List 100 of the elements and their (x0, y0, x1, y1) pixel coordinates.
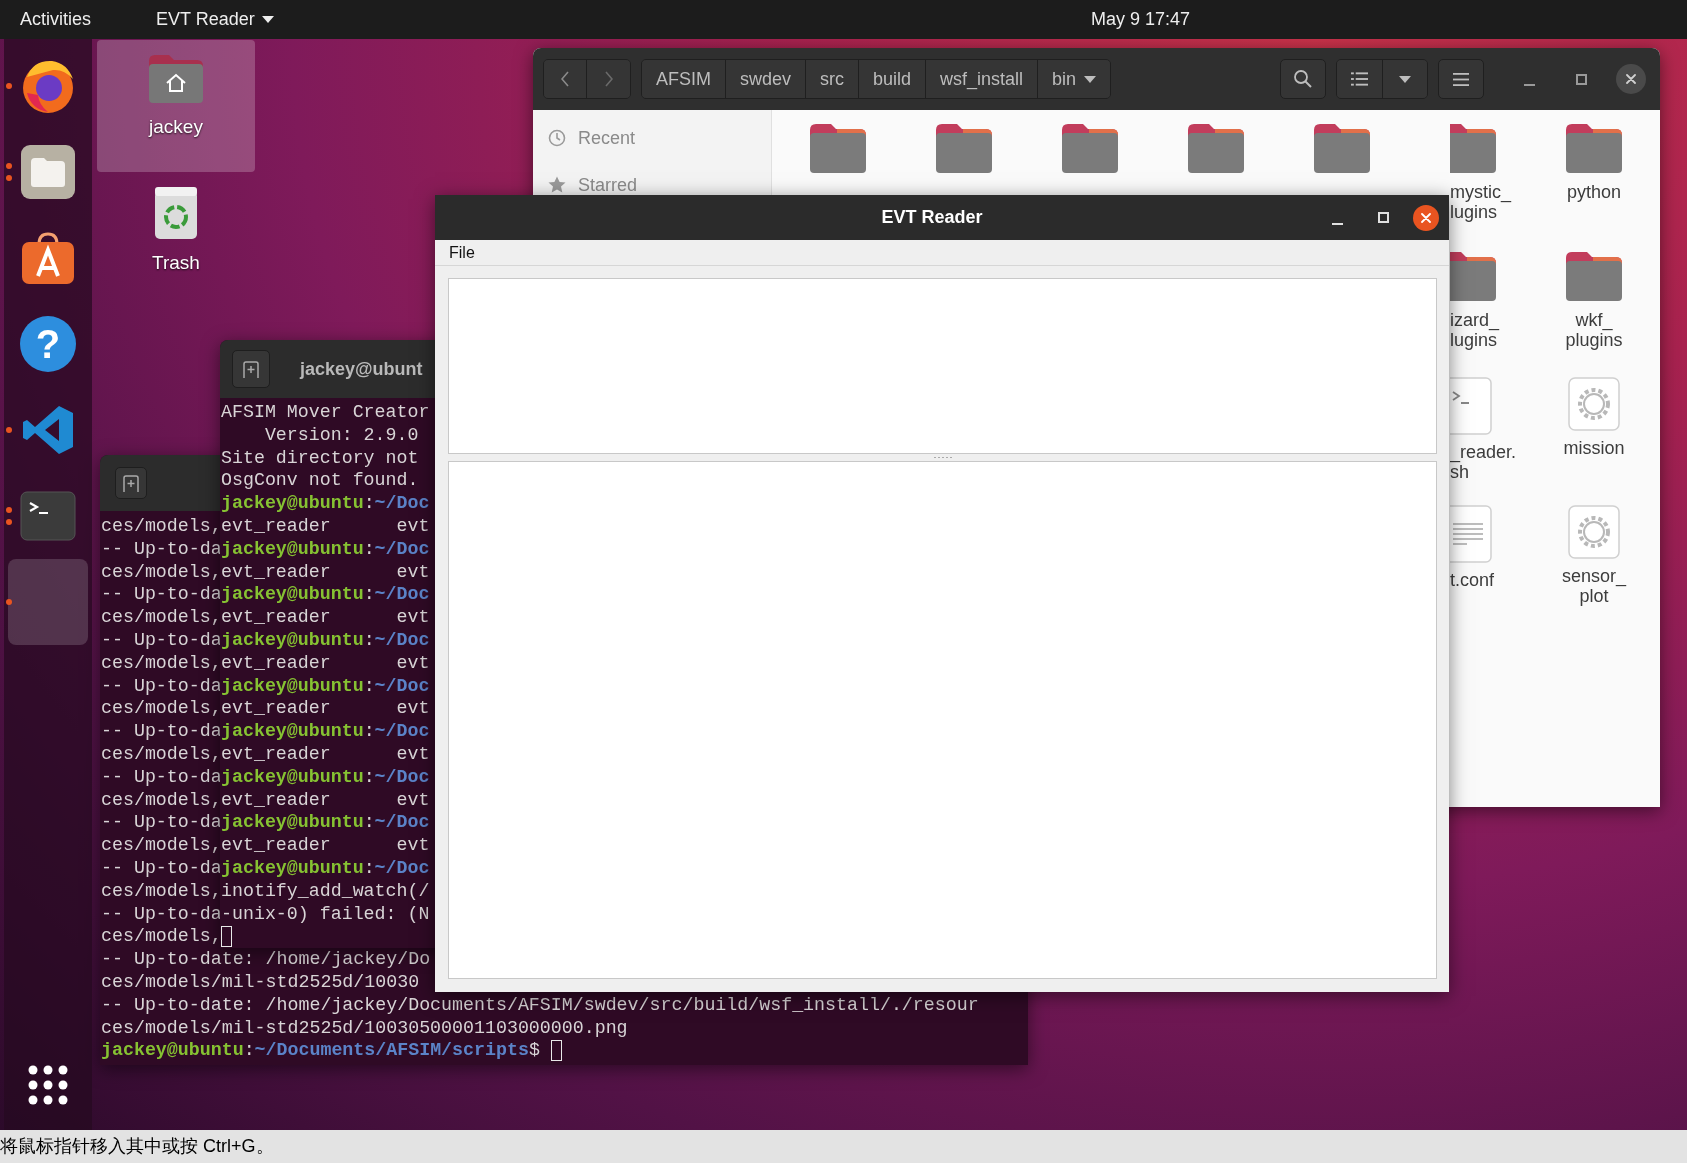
caret-icon (1399, 75, 1411, 83)
terminal-line: -- Up-to-da (101, 765, 222, 789)
list-icon (1351, 71, 1368, 87)
status-text: 将鼠标指针移入其中或按 Ctrl+G。 (0, 1130, 1687, 1163)
minimize-icon (1332, 222, 1344, 225)
splitter-handle[interactable] (932, 456, 953, 459)
terminal-line: ces/models/mil-std2525d/10030 (101, 970, 420, 994)
directory-entry[interactable]: _reader. sh (1450, 376, 1531, 482)
close-icon (1626, 74, 1636, 84)
folder-icon (20, 144, 76, 200)
terminal-line: -- Up-to-da (101, 811, 222, 835)
path-segment[interactable]: AFSIM (642, 60, 726, 98)
menu-item[interactable]: File (445, 240, 479, 265)
terminal-line: evt_reader evt (221, 697, 430, 721)
app-menu[interactable]: EVT Reader (156, 6, 275, 33)
maximize-icon (1378, 212, 1390, 223)
terminal-line: jackey@ubuntu:~/Doc (221, 811, 430, 835)
terminal-line: -- Up-to-da (101, 902, 222, 926)
terminal-line: -- Up-to-date: /home/jackey/Documents/AFSIM/swdev/src/build/wsf_install/./resour (101, 993, 979, 1017)
terminal-line: evt_reader evt (221, 560, 430, 584)
terminal-line: ces/models, (101, 606, 222, 629)
gear-icon (1567, 376, 1621, 432)
terminal-line: ces/models, (101, 788, 222, 812)
path-segment[interactable]: swdev (726, 60, 807, 98)
clock-icon (548, 129, 566, 147)
activities-button[interactable]: Activities (20, 6, 91, 33)
path-segment[interactable]: src (806, 60, 860, 98)
terminal-line: -- Up-to-date: /home/jackey/Do (101, 948, 431, 971)
terminal-line: AFSIM Mover Creator (221, 401, 430, 424)
terminal-line: evt_reader evt (221, 515, 430, 538)
caret-icon (1084, 75, 1097, 83)
terminal-line: evt_reader evt (221, 651, 430, 675)
path-segment[interactable]: wsf_install (926, 60, 1039, 98)
directory-entry[interactable]: python (1531, 120, 1657, 202)
terminal-line: evt_reader evt (221, 788, 430, 812)
home-folder-icon (147, 53, 205, 105)
menu-icon (1453, 72, 1469, 86)
search-icon (1293, 69, 1313, 89)
terminal-line: evt_reader evt (221, 606, 430, 629)
maximize-icon (1575, 73, 1587, 85)
terminal-line: -- Up-to-da (101, 537, 222, 561)
caret-icon (260, 15, 275, 24)
window-title: EVT Reader (881, 206, 983, 229)
window-title: jackey@ubunt (300, 357, 423, 381)
chevron-left-icon (561, 71, 569, 87)
close-button[interactable] (1616, 64, 1646, 94)
terminal-line: ces/models, (101, 697, 222, 721)
star-icon (548, 176, 566, 194)
menu-button[interactable] (1438, 59, 1484, 99)
clock[interactable]: May 9 17:47 (1090, 6, 1190, 33)
shopping-bag-icon (20, 230, 76, 286)
directory-entry[interactable]: mission (1531, 376, 1657, 458)
terminal-line: -- Up-to-da (101, 720, 222, 743)
terminal-line: ces/models, (101, 515, 222, 538)
terminal-line: jackey@ubuntu:~/Doc (221, 492, 430, 515)
terminal-line: inotify_add_watch(/ (221, 879, 430, 903)
view-button[interactable] (1337, 60, 1383, 98)
terminal-line: -- Up-to-da (101, 674, 222, 698)
search-button[interactable] (1280, 59, 1326, 99)
terminal-icon (20, 491, 76, 541)
terminal-line: evt_reader evt (221, 834, 430, 857)
new-tab-icon (123, 474, 139, 492)
close-button[interactable] (1413, 204, 1439, 231)
terminal-line: ces/models, (101, 742, 222, 766)
terminal-line: jackey@ubuntu:~/Doc (221, 856, 430, 880)
terminal-line: ces/models, (101, 879, 222, 903)
terminal-line: ces/models, (101, 651, 222, 675)
new-tab-button[interactable] (115, 467, 147, 499)
trash-icon (152, 185, 200, 241)
terminal-line: -- Up-to-da (101, 583, 222, 607)
terminal-line: jackey@ubuntu:~/Doc (221, 537, 430, 561)
terminal-line: ces/models, (101, 925, 222, 949)
terminal-line: jackey@ubuntu:~/Doc (221, 765, 430, 789)
directory-entry[interactable]: t.conf (1450, 504, 1531, 590)
minimize-icon (1523, 84, 1535, 86)
code-editor-icon (21, 403, 75, 457)
new-tab-button[interactable] (232, 350, 270, 388)
terminal-line: jackey@ubuntu:~/Doc (221, 720, 430, 743)
help-icon: ? (20, 316, 76, 372)
app-grid-icon (28, 1065, 68, 1105)
terminal-line: evt_reader evt (221, 742, 430, 766)
terminal-line: ces/models, (101, 560, 222, 584)
desktop-icon[interactable]: jackey (97, 40, 255, 172)
terminal-line: jackey@ubuntu:~/Doc (221, 674, 430, 698)
terminal-line: Version: 2.9.0 (263, 423, 419, 447)
view-options-button[interactable] (1383, 60, 1427, 98)
terminal-line: ces/models/mil-std2525d/10030500001103000000.png (101, 1016, 628, 1040)
directory-entry[interactable]: mystic_ lugins (1450, 120, 1531, 222)
terminal-line: -- Up-to-da (101, 629, 222, 652)
new-tab-icon (243, 360, 259, 378)
terminal-line: jackey@ubuntu:~/Documents/AFSIM/scripts$ (101, 1039, 540, 1063)
directory-entry[interactable]: wkf_ plugins (1531, 248, 1657, 350)
close-icon (1421, 212, 1431, 223)
path-segment[interactable]: bin (1038, 60, 1111, 98)
directory-entry[interactable]: sensor_ plot (1531, 504, 1657, 606)
path-segment[interactable]: build (859, 60, 927, 98)
desktop-icon[interactable]: Trash (97, 172, 255, 304)
terminal-line: ces/models, (101, 834, 222, 857)
chevron-right-icon (604, 71, 613, 87)
gear-icon (1567, 504, 1621, 560)
